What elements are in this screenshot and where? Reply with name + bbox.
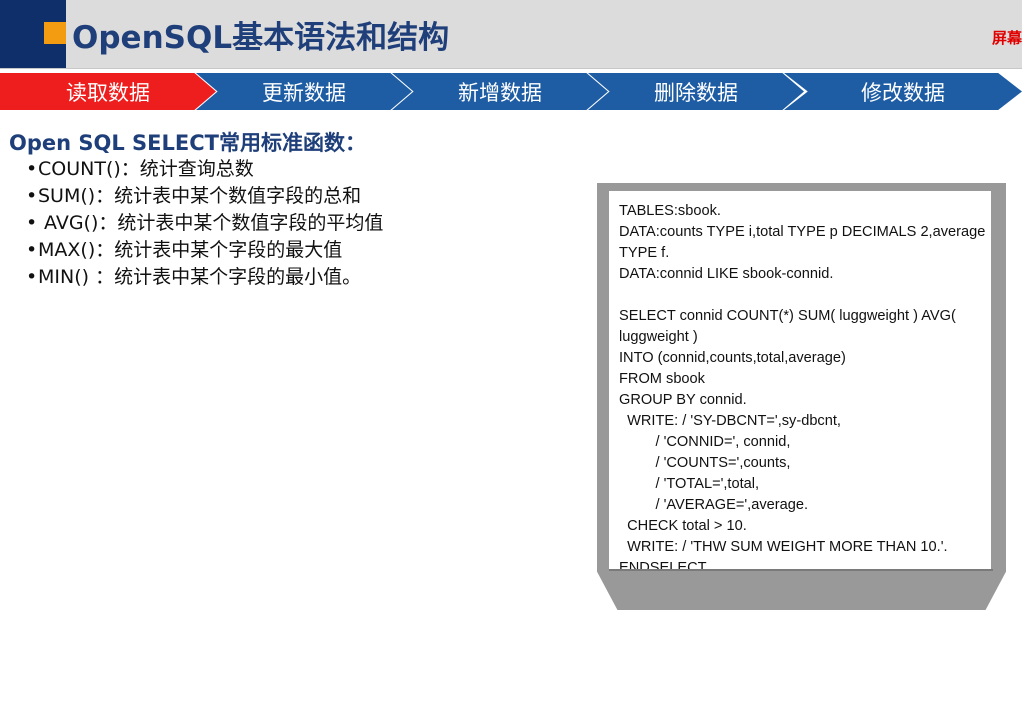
list-item-text: MAX()：统计表中某个字段的最大值 bbox=[38, 239, 343, 261]
code-line: TABLES:sbook. bbox=[619, 203, 721, 219]
code-line: GROUP BY connid. bbox=[619, 392, 747, 408]
list-item: • AVG()：统计表中某个数值字段的平均值 bbox=[26, 210, 383, 237]
corner-note: 屏幕 bbox=[991, 29, 1022, 47]
list-item: •MAX()：统计表中某个字段的最大值 bbox=[26, 237, 383, 264]
list-item-text: AVG()：统计表中某个数值字段的平均值 bbox=[38, 212, 384, 234]
tab-label: 新增数据 bbox=[458, 80, 542, 105]
section-title: Open SQL SELECT常用标准函数： bbox=[9, 131, 366, 155]
tab-bar: 读取数据 更新数据 新增数据 删除数据 修改数据 bbox=[0, 73, 1022, 110]
code-line: INTO (connid,counts,total,average) bbox=[619, 350, 846, 366]
tab-label: 修改数据 bbox=[861, 80, 945, 105]
tab-modify-data[interactable]: 修改数据 bbox=[784, 73, 1022, 110]
code-line: / 'AVERAGE=',average. bbox=[619, 497, 809, 513]
bullet-mark: • bbox=[26, 158, 38, 180]
bullet-mark: • bbox=[26, 239, 38, 261]
tab-label: 删除数据 bbox=[654, 80, 738, 105]
tab-label: 更新数据 bbox=[262, 80, 346, 105]
code-line: / 'TOTAL=',total, bbox=[619, 476, 760, 492]
list-item-text: COUNT()：统计查询总数 bbox=[38, 158, 254, 180]
list-item-text: MIN() ：统计表中某个字段的最小值。 bbox=[38, 266, 362, 288]
tab-update-data[interactable]: 更新数据 bbox=[196, 73, 412, 110]
code-panel: TABLES:sbook. DATA:counts TYPE i,total T… bbox=[597, 183, 1006, 610]
code-line: CHECK total > 10. bbox=[619, 518, 747, 534]
header-orange-square bbox=[44, 22, 66, 44]
function-list: •COUNT()：统计查询总数 •SUM()：统计表中某个数值字段的总和 • A… bbox=[26, 156, 383, 291]
code-listing: TABLES:sbook. DATA:counts TYPE i,total T… bbox=[609, 191, 991, 569]
bullet-mark: • bbox=[26, 185, 38, 207]
code-box[interactable]: TABLES:sbook. DATA:counts TYPE i,total T… bbox=[609, 191, 991, 569]
tab-insert-data[interactable]: 新增数据 bbox=[392, 73, 608, 110]
bullet-mark: • bbox=[26, 266, 38, 288]
code-line: SELECT connid COUNT(*) SUM( luggweight )… bbox=[619, 308, 956, 324]
code-line: / 'COUNTS=',counts, bbox=[619, 455, 791, 471]
list-item: •SUM()：统计表中某个数值字段的总和 bbox=[26, 183, 383, 210]
list-item: •MIN() ：统计表中某个字段的最小值。 bbox=[26, 264, 383, 291]
code-line: WRITE: / 'THW SUM WEIGHT MORE THAN 10.'. bbox=[619, 539, 948, 555]
slide-header: OpenSQL基本语法和结构 屏幕 bbox=[0, 0, 1022, 69]
code-line: luggweight ) bbox=[619, 329, 698, 345]
tab-read-data[interactable]: 读取数据 bbox=[0, 73, 216, 110]
page-title: OpenSQL基本语法和结构 bbox=[72, 20, 450, 56]
list-item-text: SUM()：统计表中某个数值字段的总和 bbox=[38, 185, 362, 207]
code-line: ENDSELECT. bbox=[619, 560, 710, 569]
code-line: TYPE f. bbox=[619, 245, 670, 261]
code-box-divider bbox=[609, 569, 993, 571]
code-line: DATA:connid LIKE sbook-connid. bbox=[619, 266, 834, 282]
code-line: FROM sbook bbox=[619, 371, 705, 387]
list-item: •COUNT()：统计查询总数 bbox=[26, 156, 383, 183]
tab-label: 读取数据 bbox=[66, 80, 150, 105]
bullet-mark: • bbox=[26, 212, 38, 234]
tab-delete-data[interactable]: 删除数据 bbox=[588, 73, 804, 110]
code-line: WRITE: / 'SY-DBCNT=',sy-dbcnt, bbox=[619, 413, 841, 429]
code-line: DATA:counts TYPE i,total TYPE p DECIMALS… bbox=[619, 224, 986, 240]
code-line: / 'CONNID=', connid, bbox=[619, 434, 791, 450]
